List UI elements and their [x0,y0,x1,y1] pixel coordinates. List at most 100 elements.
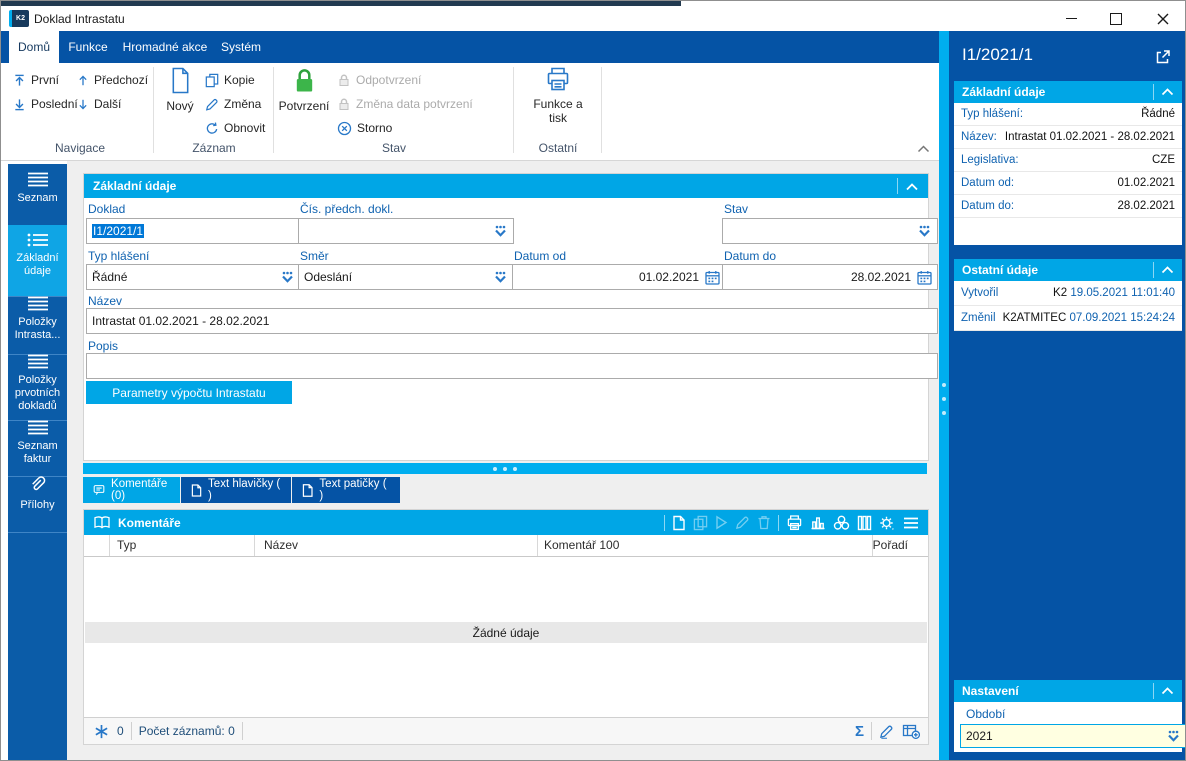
comments-grid-header: Komentáře [84,510,928,535]
nazev-input[interactable]: Intrastat 01.02.2021 - 28.02.2021 [86,308,938,334]
tab-text-hlavicky[interactable]: Text hlavičky ( ) [181,477,291,503]
preview-settings-title: Nastavení [962,684,1019,698]
chart-icon[interactable] [810,515,826,530]
selected-count: 0 [117,724,124,738]
sidebar-item-polozky-prvotnich-dokladu[interactable]: Položky prvotních dokladů [8,346,67,421]
preview-row-label: Změnil [961,312,996,324]
dropdown-lookup-icon[interactable] [280,271,295,284]
sidebar-item-seznam[interactable]: Seznam [8,164,67,233]
obdobi-input[interactable]: 2021 [960,724,1185,748]
divider [241,722,243,740]
tab-hromadne-akce[interactable]: Hromadné akce [117,31,213,63]
grid-menu-icon[interactable] [903,517,919,529]
next-record-button[interactable]: Další [77,95,121,113]
tab-komentare-label: Komentáře (0) [111,478,168,502]
preview-basic-section: Základní údaje Typ hlášení: Řádné Název:… [954,81,1182,245]
print-grid-icon[interactable] [786,514,803,531]
tab-funkce[interactable]: Funkce [63,31,113,63]
sidebar-item-label: Položky prvotních dokladů [14,374,61,412]
maximize-button[interactable] [1099,6,1133,31]
dropdown-lookup-icon[interactable] [1166,730,1181,743]
copy-record-button[interactable]: Kopie [205,71,255,89]
flag-asterisk-icon[interactable] [94,724,109,739]
vertical-splitter[interactable] [939,31,949,760]
refresh-icon [206,121,218,134]
list-icon [27,354,49,369]
record-count: Počet záznamů: 0 [138,724,235,738]
tab-komentare[interactable]: Komentáře (0) [83,477,180,503]
printer-icon [545,67,571,92]
typ-hlaseni-value: Řádné [92,270,128,284]
k2-logo-text: K2 [16,15,25,22]
created-by-user: K2 [1053,287,1068,299]
open-detail-button[interactable] [1154,49,1171,66]
typ-hlaseni-input[interactable]: Řádné [86,264,301,290]
stav-input[interactable] [722,218,938,244]
minimize-button[interactable] [1054,6,1088,31]
changed-timestamp: 07.09.2021 15:24:24 [1069,312,1175,324]
ribbon-group-stav-label: Stav [381,141,406,155]
columns-icon[interactable] [857,515,872,531]
preview-row-value: CZE [1152,154,1175,166]
last-record-button[interactable]: Poslední [13,95,78,113]
close-button[interactable] [1146,6,1180,31]
smer-input[interactable]: Odeslání [298,264,514,290]
divider [1153,683,1154,699]
obdobi-value: 2021 [966,729,993,743]
dropdown-lookup-icon[interactable] [493,271,508,284]
preview-row-label: Datum od: [961,177,1015,189]
calendar-icon[interactable] [917,270,932,285]
grid-empty-state: Žádné údaje [85,622,927,643]
new-record-button[interactable]: Nový [157,67,203,114]
horizontal-splitter[interactable] [83,463,927,474]
doklad-input[interactable]: I1/2021/1 [86,218,301,244]
datum-do-value: 28.02.2021 [850,270,911,284]
functions-print-button[interactable]: Funkce a tisk [529,67,587,126]
datum-od-input[interactable]: 01.02.2021 [512,264,726,290]
previous-record-button[interactable]: Předchozí [77,71,148,89]
predch-dokl-input[interactable] [298,218,514,244]
collapse-chevron-icon[interactable] [1161,266,1174,274]
datum-do-input[interactable]: 28.02.2021 [722,264,938,290]
confirm-label: Potvrzení [278,99,330,113]
first-record-button[interactable]: První [13,71,59,89]
arrow-up-icon [79,75,87,85]
collapse-chevron-icon[interactable] [905,182,919,191]
ribbon-collapse-button[interactable] [917,145,930,153]
analysis-clover-icon[interactable] [833,515,850,531]
parametry-vypoctu-button[interactable]: Parametry výpočtu Intrastatu [86,381,292,404]
grid-empty-text: Žádné údaje [472,625,540,640]
column-header-nazev[interactable]: Název [264,538,298,552]
confirm-button[interactable]: Potvrzení [277,67,331,114]
preview-other-header: Ostatní údaje [954,259,1182,281]
cancel-document-button[interactable]: Storno [337,119,392,137]
calendar-icon[interactable] [705,270,720,285]
tab-domu[interactable]: Domů [9,31,59,63]
edit-record-button[interactable]: Změna [205,95,261,113]
collapse-chevron-icon[interactable] [1161,687,1174,695]
popis-input[interactable] [86,353,938,379]
sidebar-item-prilohy[interactable]: Přílohy [8,468,67,533]
dropdown-lookup-icon[interactable] [917,225,932,238]
pencil-icon [205,98,218,111]
tab-text-paticky[interactable]: Text patičky ( ) [292,477,400,503]
preview-row-value: 28.02.2021 [1117,200,1175,212]
dropdown-lookup-icon[interactable] [493,225,508,238]
grid-settings-gear-icon[interactable] [879,515,896,531]
sidebar-item-zakladni-udaje[interactable]: Základní údaje [8,225,67,297]
quick-edit-icon[interactable] [879,724,894,739]
refresh-button[interactable]: Obnovit [205,119,265,137]
column-header-komentar[interactable]: Komentář 100 [544,538,619,552]
window-title: Doklad Intrastatu [34,12,125,26]
divider [897,178,898,194]
sum-sigma-icon[interactable]: Σ [855,723,864,740]
column-header-typ[interactable]: Typ [117,538,136,552]
add-record-grid-icon[interactable] [902,723,920,739]
new-row-icon[interactable] [672,515,686,531]
book-icon [94,516,110,529]
unconfirm-button: Odpotvrzení [337,71,421,89]
sidebar-item-polozky-intrastatu[interactable]: Položky Intrasta... [8,288,67,355]
column-header-poradi[interactable]: Pořadí [873,538,908,552]
tab-system[interactable]: Systém [215,31,267,63]
collapse-chevron-icon[interactable] [1161,88,1174,96]
